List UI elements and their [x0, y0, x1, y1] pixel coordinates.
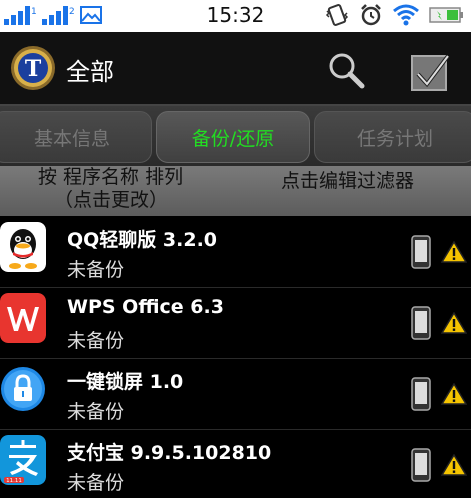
sort-button[interactable]: 按 程序名称 排列 （点击更改） [38, 166, 183, 216]
page-title: 全部 [66, 58, 114, 86]
alarm-icon [361, 4, 381, 26]
app-name: 支付宝 9.9.5.102810 [67, 442, 272, 464]
filter-button[interactable]: 点击编辑过滤器 [281, 166, 414, 192]
alipay-icon: 11.11 [0, 435, 46, 485]
list-item[interactable]: WPS Office 6.3 未备份 [0, 288, 471, 359]
backup-status: 未备份 [67, 401, 125, 423]
warning-icon [441, 454, 467, 476]
tab-backup-restore[interactable]: 备份/还原 [156, 111, 310, 163]
phone-icon [411, 235, 431, 269]
svg-text:11.11: 11.11 [6, 478, 22, 484]
app-name: WPS Office 6.3 [67, 296, 224, 318]
sort-hint: （点击更改） [54, 189, 169, 211]
tab-bar: 基本信息 备份/还原 任务计划 [0, 104, 471, 166]
qq-icon [0, 222, 46, 272]
phone-icon [411, 377, 431, 411]
backup-status: 未备份 [67, 259, 125, 281]
list-item[interactable]: 一键锁屏 1.0 未备份 [0, 359, 471, 430]
app-list: QQ轻聊版 3.2.0 未备份 WPS Office 6.3 未备份 一键锁屏 … [0, 217, 471, 498]
backup-status: 未备份 [67, 330, 125, 352]
titanium-backup-logo[interactable]: T [10, 45, 56, 91]
lock-icon [1, 367, 45, 411]
wifi-icon [393, 4, 419, 26]
wps-icon [0, 293, 46, 343]
action-bar: T 全部 [0, 32, 471, 104]
backup-status: 未备份 [67, 472, 125, 494]
list-item[interactable]: 11.11 支付宝 9.9.5.102810 未备份 [0, 430, 471, 498]
phone-icon [411, 448, 431, 482]
list-item[interactable]: QQ轻聊版 3.2.0 未备份 [0, 217, 471, 288]
vibrate-icon [325, 4, 349, 26]
app-name: QQ轻聊版 3.2.0 [67, 229, 218, 251]
sort-label: 按 程序名称 排列 [38, 166, 184, 188]
search-icon[interactable] [326, 50, 366, 90]
battery-icon [429, 7, 463, 23]
warning-icon [441, 312, 467, 334]
status-right-icons [325, 3, 465, 27]
app-name: 一键锁屏 1.0 [67, 371, 184, 393]
tab-schedule[interactable]: 任务计划 [314, 111, 471, 163]
phone-icon [411, 306, 431, 340]
svg-text:T: T [25, 56, 42, 82]
status-bar: 1 2 15:32 [0, 0, 471, 32]
warning-icon [441, 383, 467, 405]
tab-basic-info[interactable]: 基本信息 [0, 111, 152, 163]
warning-icon [441, 241, 467, 263]
check-select-icon[interactable] [408, 50, 452, 94]
sort-filter-bar: 按 程序名称 排列 （点击更改） 点击编辑过滤器 [0, 166, 471, 216]
